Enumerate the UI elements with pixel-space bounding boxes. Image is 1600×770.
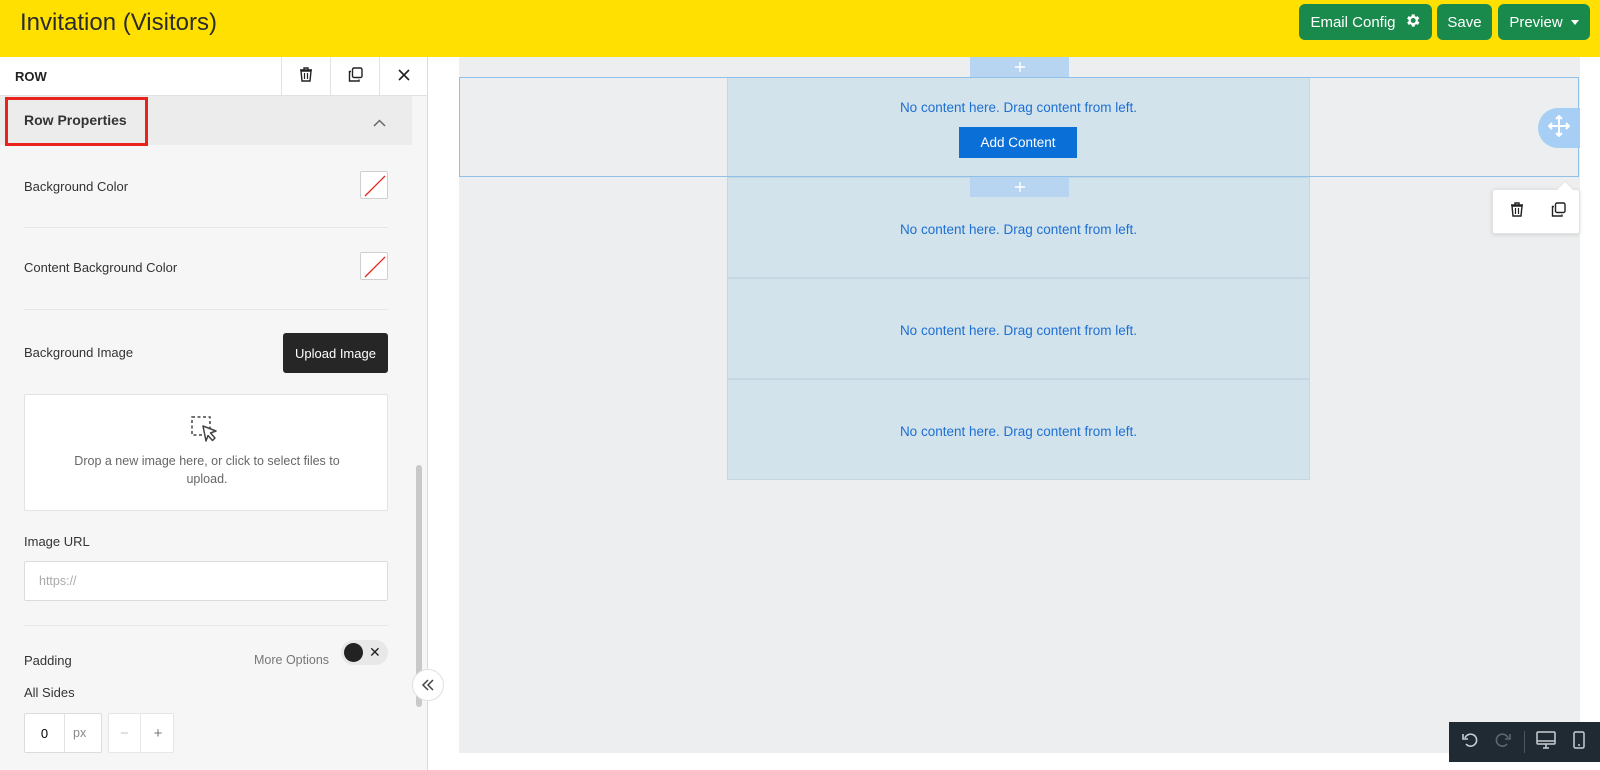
preview-label: Preview <box>1509 13 1563 31</box>
chevron-up-icon <box>373 114 386 132</box>
background-color-label: Background Color <box>24 179 129 194</box>
increment-button[interactable]: + <box>142 714 174 752</box>
move-row-handle[interactable] <box>1538 108 1580 148</box>
toolbar-divider <box>1523 731 1525 753</box>
toggle-knob <box>344 643 363 662</box>
page-title: Invitation (Visitors) <box>20 9 217 36</box>
empty-row-block[interactable]: No content here. Drag content from left. <box>727 379 1310 480</box>
undo-icon <box>1461 731 1479 754</box>
empty-message: No content here. Drag content from left. <box>899 424 1138 439</box>
upload-image-button[interactable]: Upload Image <box>283 333 388 373</box>
redo-icon <box>1494 731 1512 754</box>
top-header: Invitation (Visitors) Email Config Save … <box>0 0 1600 57</box>
desktop-view-icon <box>1535 730 1556 754</box>
email-config-button[interactable]: Email Config <box>1299 4 1432 40</box>
panel-heading: ROW <box>15 69 47 84</box>
padding-field: px <box>24 713 102 753</box>
background-color-swatch[interactable] <box>360 171 388 199</box>
image-url-label: Image URL <box>24 534 90 549</box>
close-panel-button[interactable] <box>379 57 427 96</box>
bottom-toolbar <box>1449 722 1600 762</box>
background-image-label: Background Image <box>24 345 134 360</box>
add-row-above-button[interactable] <box>970 57 1069 77</box>
empty-row-block[interactable]: No content here. Drag content from left. <box>727 278 1310 379</box>
properties-panel: ROW Row Properties Background Color Cont… <box>0 57 428 770</box>
move-icon <box>1547 114 1571 142</box>
desktop-view-button[interactable] <box>1533 729 1559 755</box>
panel-toolbar: ROW <box>0 57 427 96</box>
image-dropzone[interactable]: Drop a new image here, or click to selec… <box>24 394 388 511</box>
padding-stepper: − + <box>108 713 174 753</box>
trash-icon <box>299 66 313 87</box>
divider <box>24 309 388 310</box>
dropzone-text: Drop a new image here, or click to selec… <box>74 454 340 486</box>
duplicate-row-popover-button[interactable] <box>1548 202 1568 222</box>
drop-select-icon <box>190 415 220 450</box>
duplicate-icon <box>348 66 363 87</box>
delete-row-popover-button[interactable] <box>1507 202 1527 222</box>
email-config-label: Email Config <box>1310 13 1396 31</box>
highlight-box <box>5 97 148 146</box>
duplicate-icon <box>1551 202 1566 222</box>
delete-row-button[interactable] <box>281 57 330 96</box>
mobile-view-button[interactable] <box>1566 729 1592 755</box>
padding-label: Padding <box>24 653 72 668</box>
more-options-label: More Options <box>254 653 330 667</box>
trash-icon <box>1510 202 1524 222</box>
save-button[interactable]: Save <box>1437 4 1492 40</box>
collapse-panel-button[interactable] <box>412 669 444 701</box>
gear-icon <box>1404 12 1421 33</box>
redo-button[interactable] <box>1490 729 1516 755</box>
double-chevron-left-icon <box>421 675 435 696</box>
empty-message: No content here. Drag content from left. <box>899 222 1138 237</box>
more-options-toggle[interactable]: ✕ <box>341 640 388 665</box>
all-sides-label: All Sides <box>24 685 75 700</box>
chevron-down-icon <box>1570 19 1579 25</box>
plus-icon <box>1014 57 1026 78</box>
divider <box>24 625 388 626</box>
content-background-color-label: Content Background Color <box>24 260 178 275</box>
image-url-input[interactable] <box>24 561 388 601</box>
padding-input[interactable] <box>25 714 65 752</box>
plus-icon <box>1014 177 1026 198</box>
divider <box>24 227 388 228</box>
mobile-view-icon <box>1573 730 1585 754</box>
row-action-popover <box>1492 180 1580 234</box>
close-icon: ✕ <box>369 644 381 660</box>
decrement-button[interactable]: − <box>109 714 141 752</box>
add-content-button[interactable]: Add Content <box>959 127 1077 158</box>
close-icon <box>398 68 410 86</box>
padding-unit: px <box>73 726 87 740</box>
duplicate-row-button[interactable] <box>330 57 379 96</box>
preview-button[interactable]: Preview <box>1498 4 1590 40</box>
add-row-below-button[interactable] <box>970 177 1069 197</box>
content-background-color-swatch[interactable] <box>360 252 388 280</box>
undo-button[interactable] <box>1457 729 1483 755</box>
empty-message: No content here. Drag content from left. <box>899 323 1138 338</box>
